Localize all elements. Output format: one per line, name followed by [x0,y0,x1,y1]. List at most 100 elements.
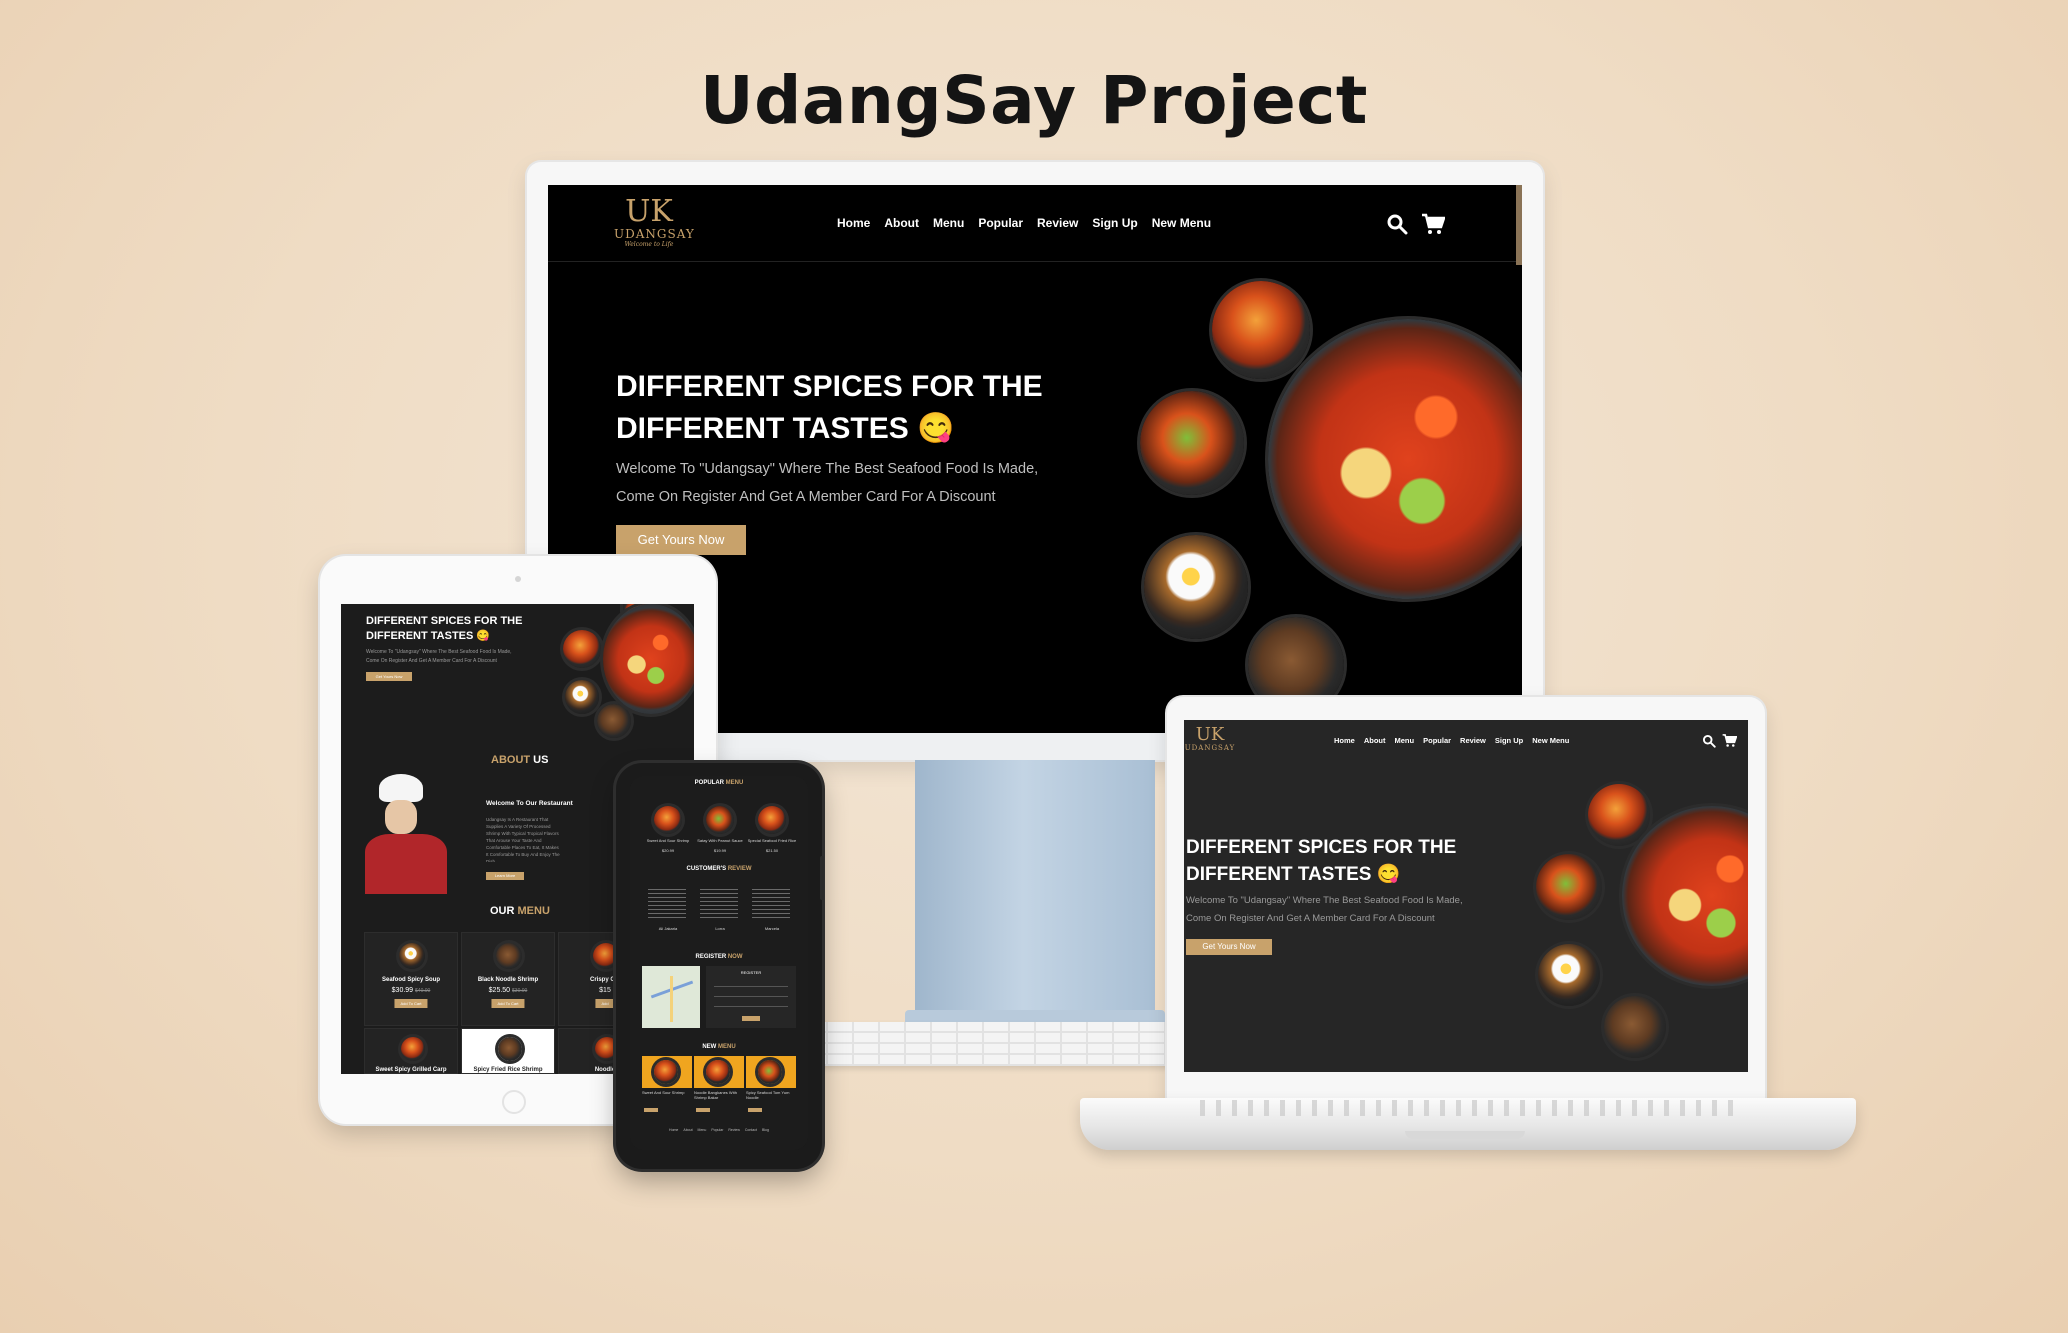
laptop-keyboard [1200,1100,1736,1116]
add-to-cart-button[interactable]: Add To Cart [491,999,525,1008]
new-menu-item-name: Sweet And Sour Shrimp [642,1090,685,1095]
logo-glyph: UK [625,194,673,229]
logo-wordmark: UDANGSAY [614,227,695,241]
order-button[interactable] [644,1108,658,1112]
footer-link[interactable]: Review [728,1128,739,1132]
nav-menu[interactable]: Menu [933,216,964,230]
popular-item-price: $21.50 [765,848,779,853]
nav-home[interactable]: Home [1334,736,1355,745]
menu-item-name: Sweet Spicy Grilled Carp [375,1067,447,1073]
popular-item-price: $20.99 [661,848,675,853]
logo-tagline: Welcome to Life [624,241,674,248]
nav-sign-up[interactable]: Sign Up [1092,216,1137,230]
food-dish-image [496,943,522,969]
new-menu-image [694,1056,744,1088]
phone-screen: POPULAR MENU Sweet And Sour Shrimp Satay… [630,776,808,1150]
review-text [700,888,738,918]
register-form: REGISTER [706,966,796,1028]
brand-logo[interactable]: UK UDANGSAY Welcome to Life [614,194,695,249]
nav-sign-up[interactable]: Sign Up [1495,736,1523,745]
submit-button[interactable] [742,1016,760,1021]
review-text [752,888,790,918]
nav-popular[interactable]: Popular [1423,736,1451,745]
nav-new-menu[interactable]: New Menu [1532,736,1569,745]
food-dish-image [1604,996,1666,1058]
hero-heading: DIFFERENT SPICES FOR THE DIFFERENT TASTE… [616,366,1043,450]
footer-link[interactable]: About [683,1128,692,1132]
food-dish-image [1538,944,1600,1006]
footer-link[interactable]: Blog [762,1128,769,1132]
food-dish-image [1144,535,1248,639]
desktop-nav-links: Home About Menu Popular Review Sign Up N… [837,216,1211,230]
footer-link[interactable]: Popular [711,1128,723,1132]
cart-icon[interactable] [1421,212,1445,236]
order-button[interactable] [696,1108,710,1112]
name-field[interactable] [714,982,788,987]
nav-menu[interactable]: Menu [1395,736,1415,745]
menu-card-hovered[interactable]: Spicy Fried Rice Shrimp [461,1028,555,1074]
food-dish-image [706,806,734,834]
order-button[interactable] [748,1108,762,1112]
hero-heading-line2: DIFFERENT TASTES 😋 [616,412,955,445]
learn-more-button[interactable]: Learn More [486,872,524,880]
register-form-title: REGISTER [740,970,762,975]
food-dish-image [654,806,682,834]
search-icon[interactable] [1702,734,1716,748]
new-menu-title: NEW MENU [702,1044,736,1050]
nav-review[interactable]: Review [1037,216,1078,230]
nav-about[interactable]: About [1364,736,1386,745]
menu-item-name: Black Noodle Shrimp [477,977,539,983]
scrollbar[interactable] [1516,185,1522,265]
chef-image [365,774,447,894]
footer-link[interactable]: Home [669,1128,678,1132]
tablet-home-button [502,1090,526,1114]
reviewer-name: Marcela [764,926,780,931]
tablet-camera [515,576,521,582]
laptop-notch [1405,1131,1525,1139]
new-menu-image [642,1056,692,1088]
brand-logo[interactable]: UK UDANGSAY [1184,724,1236,753]
food-dish-image [597,704,631,738]
laptop-cta-button[interactable]: Get Yours Now [1186,939,1272,955]
about-heading: Welcome To Our Restaurant [486,800,573,807]
nav-about[interactable]: About [884,216,919,230]
footer-link[interactable]: Menu [698,1128,707,1132]
footer-link[interactable]: Contact [745,1128,757,1132]
cart-icon[interactable] [1722,733,1737,748]
logo-wordmark: UDANGSAY [1184,744,1236,752]
seafood-bowl-image [1268,319,1522,599]
popular-item-name: Sweet And Sour Shrimp [646,838,690,843]
get-yours-now-button[interactable]: Get Yours Now [616,525,746,555]
menu-item-name: Spicy Fried Rice Shrimp [473,1067,543,1073]
hero-description: Welcome To "Udangsay" Where The Best Sea… [616,461,1039,505]
reviewer-name: Ali Jakaria [658,926,678,931]
food-dish-image [758,806,786,834]
new-menu-item-name: Noodle Bangkanes With Shrimp Bakar [694,1090,737,1100]
food-dish-image [401,1037,425,1061]
map-image[interactable] [642,966,700,1028]
email-field[interactable] [714,992,788,997]
logo-glyph: UK [1195,724,1225,745]
add-to-cart-button[interactable]: Add To Cart [394,999,428,1008]
footer-links: Home About Menu Popular Review Contact B… [630,1128,808,1132]
nav-new-menu[interactable]: New Menu [1152,216,1211,230]
food-dish-image [1140,391,1244,495]
laptop-screen: UK UDANGSAY Home About Menu Popular Revi… [1184,720,1748,1072]
menu-card[interactable]: Sweet Spicy Grilled Carp [364,1028,458,1074]
nav-home[interactable]: Home [837,216,870,230]
menu-item-price: $30.99 $40.00 [391,987,431,994]
laptop-hero-heading: DIFFERENT SPICES FOR THE DIFFERENT TASTE… [1186,837,1457,885]
desktop-navbar: UK UDANGSAY Welcome to Life Home About M… [548,185,1522,262]
food-dish-image [399,943,425,969]
nav-popular[interactable]: Popular [978,216,1023,230]
review-text [648,888,686,918]
phone-field[interactable] [714,1002,788,1007]
tablet-cta-button[interactable]: Get Yours Now [366,672,412,681]
menu-card[interactable]: Seafood Spicy Soup $30.99 $40.00 Add To … [364,932,458,1026]
search-icon[interactable] [1386,213,1408,235]
menu-card[interactable]: Black Noodle Shrimp $25.50 $30.00 Add To… [461,932,555,1026]
hero-heading-line1: DIFFERENT SPICES FOR THE [616,370,1043,403]
add-to-cart-button[interactable]: Add [595,999,615,1008]
reviewer-name: Lorra [715,926,725,931]
nav-review[interactable]: Review [1460,736,1486,745]
